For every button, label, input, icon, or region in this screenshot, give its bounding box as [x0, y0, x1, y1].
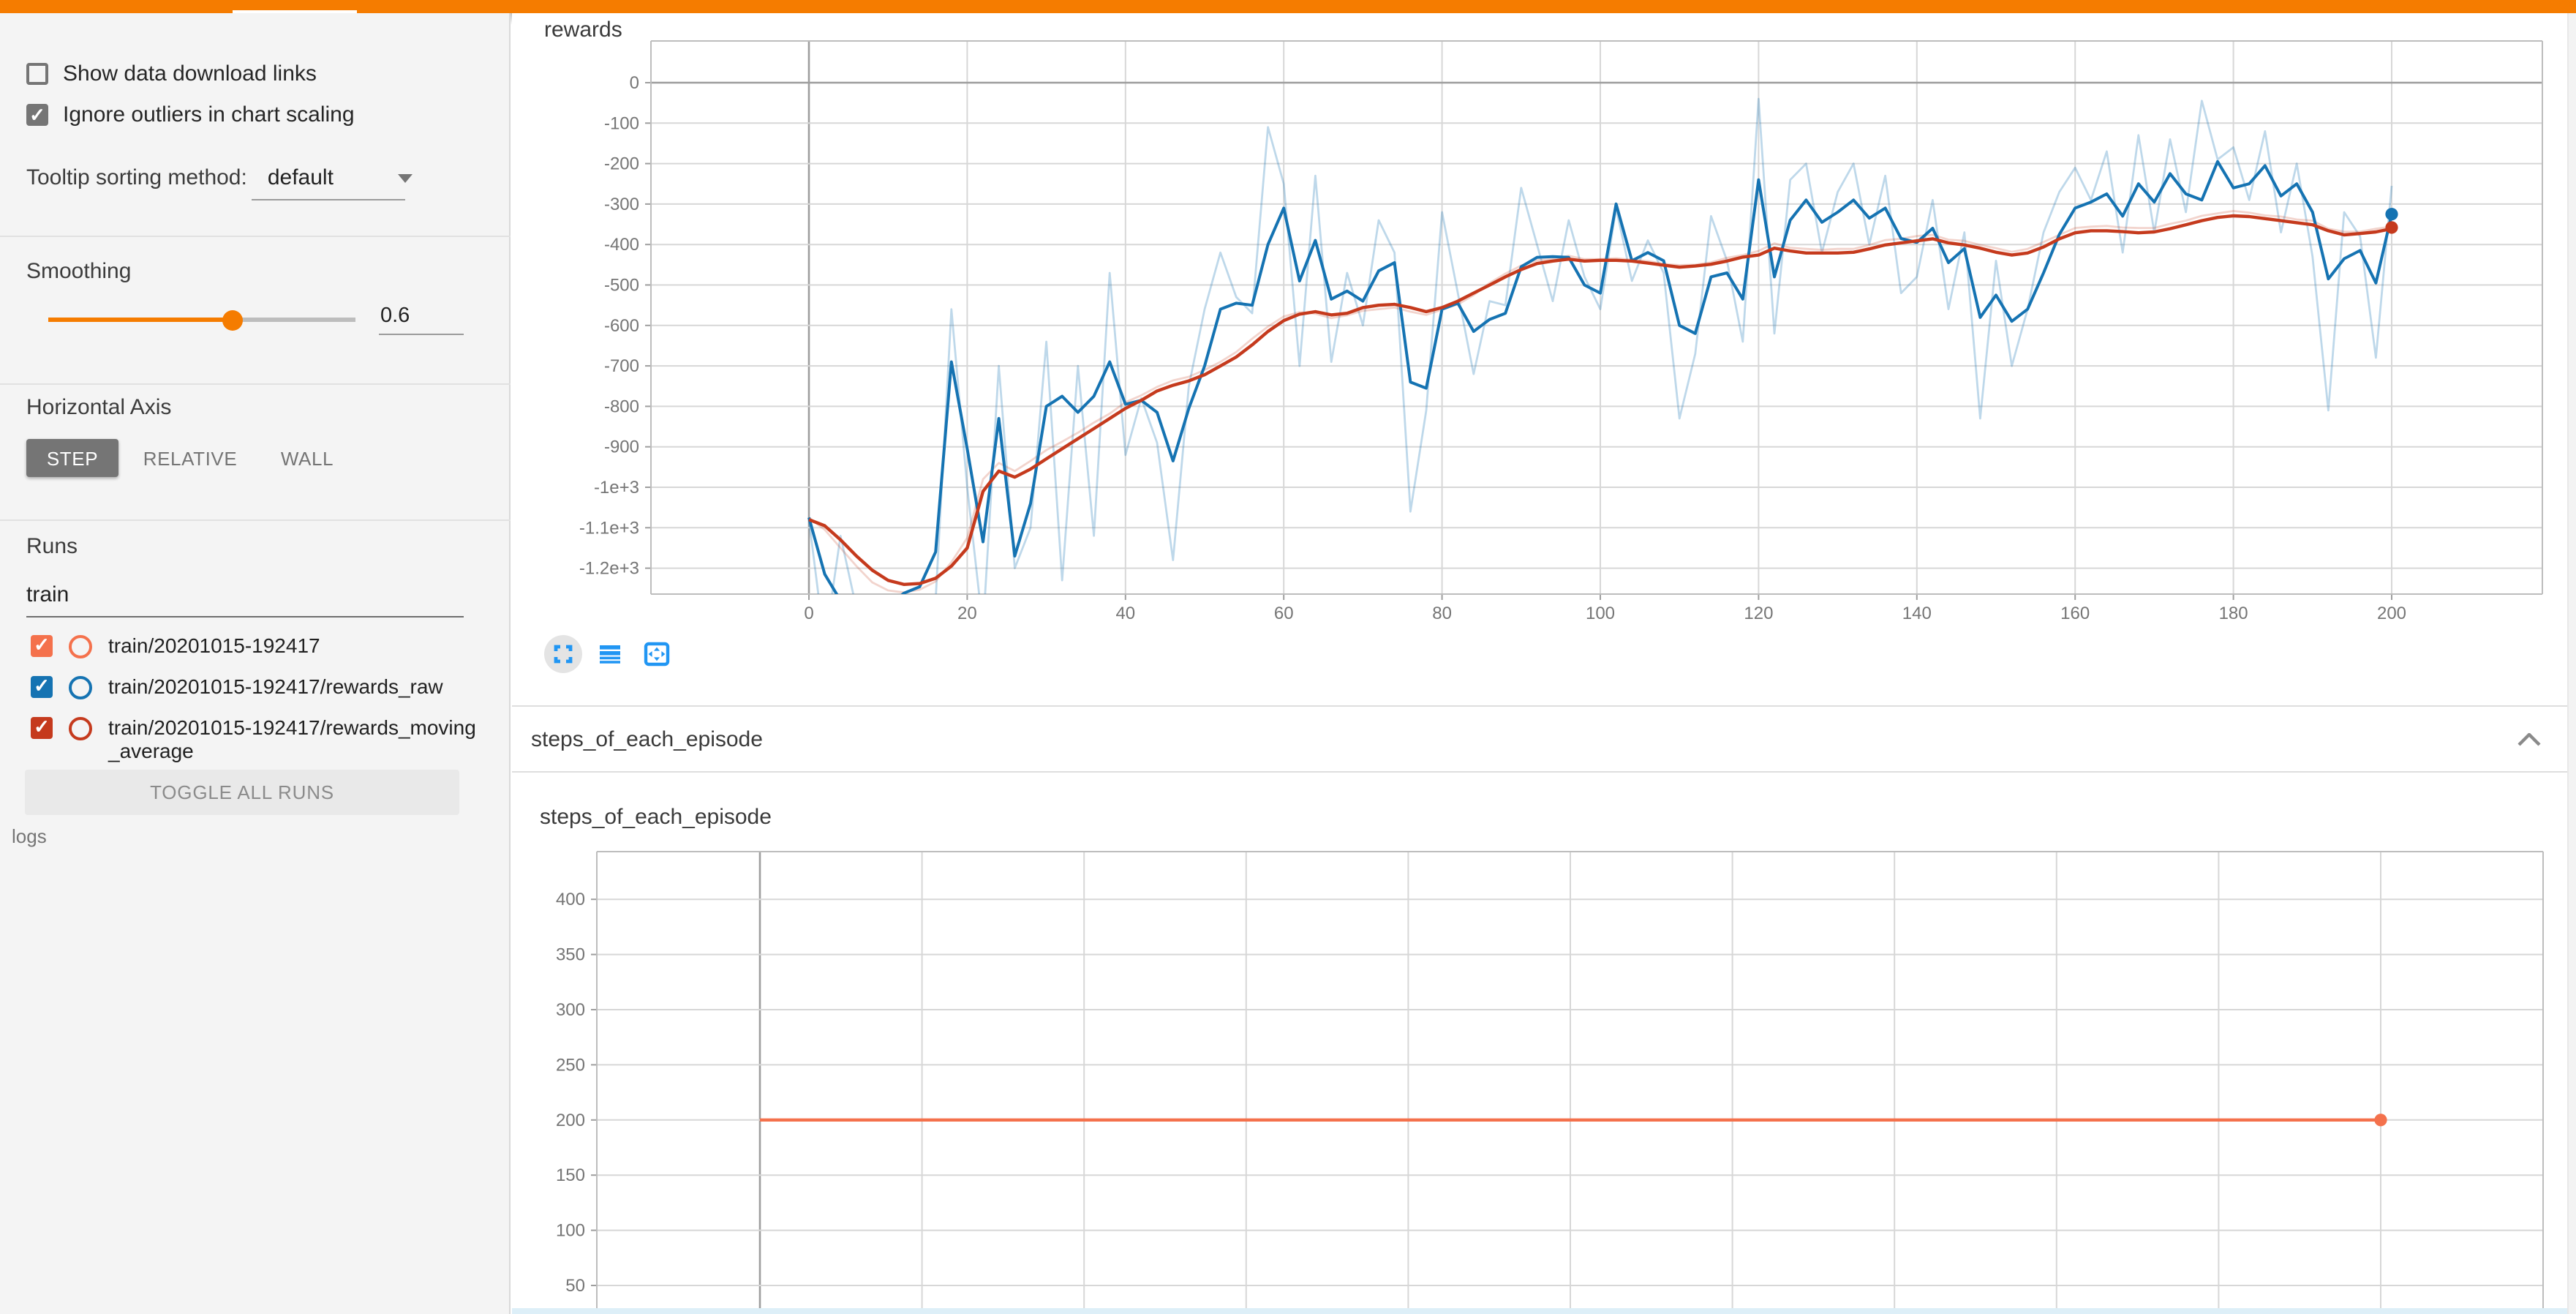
toggle-all-runs-button[interactable]: TOGGLE ALL RUNS [25, 770, 459, 815]
svg-text:-900: -900 [604, 438, 639, 457]
svg-text:-700: -700 [604, 356, 639, 376]
tooltip-sorting-value[interactable]: default [268, 165, 334, 190]
runs-filter-input[interactable]: train [26, 582, 69, 607]
run-radio-icon[interactable] [69, 635, 92, 658]
vertical-scrollbar[interactable] [2567, 13, 2576, 1314]
chevron-down-icon[interactable] [398, 173, 413, 182]
run-row[interactable]: ✓ train/20201015-192417/rewards_raw [31, 675, 483, 699]
bottom-edge-strip [512, 1308, 2576, 1314]
svg-text:50: 50 [565, 1276, 585, 1296]
svg-text:80: 80 [1432, 604, 1452, 623]
chevron-up-icon[interactable] [2517, 733, 2541, 746]
section-title: steps_of_each_episode [531, 727, 763, 752]
section-header-steps-of-each-episode[interactable]: steps_of_each_episode [512, 705, 2569, 773]
svg-text:-400: -400 [604, 235, 639, 255]
checkbox-label: Ignore outliers in chart scaling [63, 102, 355, 127]
smoothing-value-input[interactable]: 0.6 [380, 304, 410, 328]
show-download-links-row[interactable]: Show data download links [26, 61, 317, 86]
tooltip-sorting-label: Tooltip sorting method: [26, 165, 247, 190]
scalars-dashboard: rewards 0-100-200-300-400-500-600-700-80… [512, 13, 2576, 1314]
checkbox-label: Show data download links [63, 61, 317, 86]
run-row[interactable]: ✓ train/20201015-192417/rewards_moving_a… [31, 716, 483, 762]
svg-text:250: 250 [556, 1055, 585, 1075]
svg-text:-500: -500 [604, 276, 639, 296]
svg-text:-300: -300 [604, 195, 639, 214]
runs-filter-underline [26, 616, 464, 617]
runs-label: Runs [26, 534, 78, 559]
svg-text:150: 150 [556, 1165, 585, 1185]
svg-text:100: 100 [1586, 604, 1615, 623]
svg-text:120: 120 [1744, 604, 1773, 623]
svg-text:100: 100 [556, 1221, 585, 1241]
ignore-outliers-row[interactable]: ✓ Ignore outliers in chart scaling [26, 102, 355, 127]
svg-text:-200: -200 [604, 154, 639, 174]
svg-text:-1.2e+3: -1.2e+3 [579, 559, 639, 579]
svg-text:200: 200 [556, 1111, 585, 1130]
svg-text:350: 350 [556, 945, 585, 965]
steps-of-each-episode-chart[interactable]: 400 350 300 250 200 150 100 50 [512, 790, 2569, 1314]
svg-text:180: 180 [2219, 604, 2248, 623]
smoothing-label: Smoothing [26, 259, 131, 284]
smoothing-slider-fill [48, 318, 233, 321]
run-radio-icon[interactable] [69, 717, 92, 740]
svg-text:-1.1e+3: -1.1e+3 [579, 518, 639, 538]
run-checkbox[interactable]: ✓ [31, 717, 53, 739]
horizontal-bars-icon[interactable] [590, 634, 630, 675]
svg-text:0: 0 [804, 604, 813, 623]
settings-sidebar: Show data download links ✓ Ignore outlie… [0, 13, 511, 1314]
fit-domain-icon[interactable] [636, 634, 677, 675]
run-checkbox[interactable]: ✓ [31, 635, 53, 657]
chart-toolbar [543, 634, 677, 675]
dropdown-underline [252, 199, 405, 200]
horizontal-axis-label: Horizontal Axis [26, 395, 171, 420]
rewards-chart[interactable]: 0 -100 -200 -300 -400 -500 -600 -700 -800 -900 -1e… [512, 13, 2569, 642]
svg-text:140: 140 [1902, 604, 1932, 623]
axis-relative-button[interactable]: RELATIVE [143, 439, 237, 477]
divider [0, 383, 511, 385]
svg-text:-100: -100 [604, 113, 639, 133]
svg-text:20: 20 [957, 604, 977, 623]
run-row[interactable]: ✓ train/20201015-192417 [31, 634, 483, 658]
svg-text:-1e+3: -1e+3 [594, 478, 639, 498]
app-header-bar [0, 0, 2576, 13]
svg-text:200: 200 [2377, 604, 2406, 623]
run-label: train/20201015-192417/rewards_raw [108, 675, 483, 698]
run-checkbox[interactable]: ✓ [31, 676, 53, 698]
show-download-links-checkbox[interactable] [26, 63, 48, 85]
axis-step-button[interactable]: STEP [26, 439, 118, 477]
divider [0, 236, 511, 237]
svg-text:-600: -600 [604, 316, 639, 336]
svg-text:0: 0 [630, 73, 639, 93]
tensorboard-app: Show data download links ✓ Ignore outlie… [0, 0, 2576, 1314]
divider [0, 519, 511, 521]
run-radio-icon[interactable] [69, 676, 92, 699]
axis-wall-button[interactable]: WALL [275, 439, 339, 477]
svg-text:300: 300 [556, 1000, 585, 1020]
smoothing-value-underline [379, 334, 464, 335]
expand-icon[interactable] [543, 634, 584, 675]
logs-label: logs [12, 825, 47, 847]
run-label: train/20201015-192417/rewards_moving_ave… [108, 716, 483, 762]
smoothing-slider-thumb[interactable] [222, 309, 243, 330]
svg-text:60: 60 [1274, 604, 1294, 623]
svg-text:160: 160 [2060, 604, 2090, 623]
svg-text:-800: -800 [604, 397, 639, 416]
svg-text:40: 40 [1115, 604, 1135, 623]
svg-text:400: 400 [556, 890, 585, 909]
run-label: train/20201015-192417 [108, 634, 483, 657]
ignore-outliers-checkbox[interactable]: ✓ [26, 104, 48, 126]
